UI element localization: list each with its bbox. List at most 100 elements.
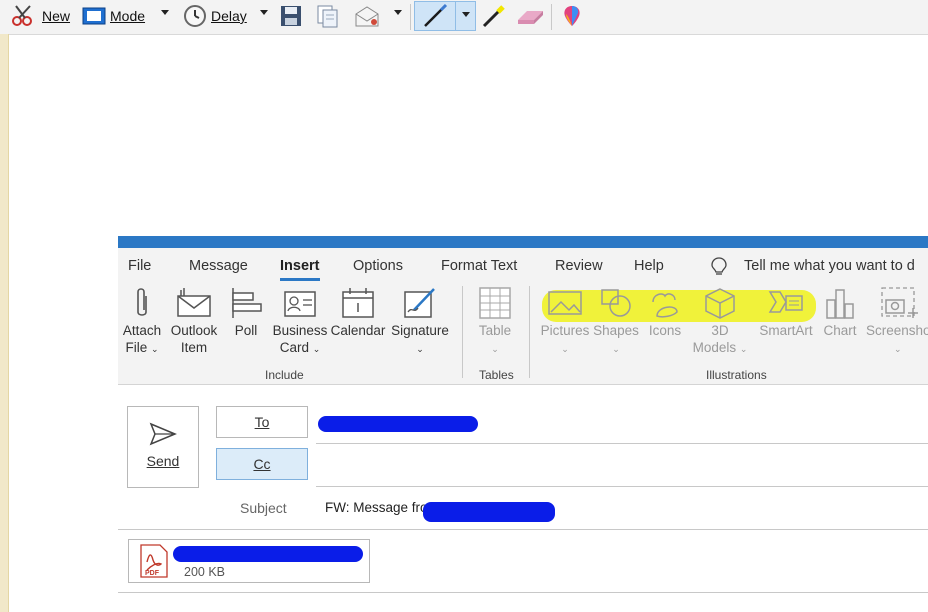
calendar-label: Calendar <box>330 323 386 338</box>
smartart-label: SmartArt <box>759 323 813 338</box>
paint3d-icon <box>564 6 580 26</box>
chevron-down-icon: ⌄ <box>612 344 620 354</box>
icons-button[interactable]: Icons <box>644 286 686 339</box>
smartart-button[interactable]: SmartArt <box>754 286 818 339</box>
subject-field[interactable]: FW: Message from <box>325 500 439 515</box>
icons-icon <box>652 293 678 318</box>
chart-label: Chart <box>823 323 857 338</box>
send-icon <box>149 422 177 446</box>
chevron-down-icon: ⌄ <box>894 344 902 354</box>
delay-dropdown-arrow[interactable] <box>260 10 268 15</box>
ribbon-tab-bar: File Message Insert Options Format Text … <box>118 248 928 282</box>
tab-help[interactable]: Help <box>634 258 664 274</box>
shapes-label: Shapes <box>593 323 639 338</box>
eraser-icon <box>518 11 543 24</box>
cc-field[interactable] <box>316 486 928 487</box>
outlook-compose-window: File Message Insert Options Format Text … <box>118 236 928 612</box>
poll-label: Poll <box>234 323 258 338</box>
shapes-button[interactable]: Shapes ⌄ <box>592 286 640 358</box>
copy-button[interactable] <box>316 3 340 29</box>
tab-review[interactable]: Review <box>555 258 603 274</box>
pen-icon <box>424 3 448 27</box>
pdf-file-icon: PDF <box>140 544 168 578</box>
send-dropdown-arrow[interactable] <box>394 10 402 15</box>
insert-ribbon: Attach File ⌄ Outlook Item Poll Business… <box>118 282 928 385</box>
table-icon <box>479 287 511 319</box>
pen-button[interactable] <box>414 1 476 31</box>
tab-options[interactable]: Options <box>353 258 403 274</box>
outlook-item-button[interactable]: Outlook Item <box>167 286 221 356</box>
tab-message[interactable]: Message <box>189 258 248 274</box>
calendar-button[interactable]: Calendar <box>330 286 386 339</box>
pictures-button[interactable]: Pictures ⌄ <box>538 286 592 358</box>
clock-icon <box>184 5 206 27</box>
redaction-mark <box>173 546 363 562</box>
attach-file-button[interactable]: Attach File ⌄ <box>120 286 164 358</box>
subject-label: Subject <box>240 500 287 516</box>
poll-icon <box>232 288 262 318</box>
mode-label: Mode <box>110 8 146 24</box>
subject-divider <box>118 529 928 530</box>
delay-label: Delay <box>211 8 247 24</box>
chart-icon <box>826 289 854 319</box>
chevron-down-icon: ⌄ <box>491 344 499 354</box>
save-button[interactable] <box>280 3 302 29</box>
toolbar-divider <box>410 4 411 30</box>
attach-file-label-2: File <box>125 340 148 355</box>
signature-button[interactable]: Signature ⌄ <box>388 286 452 358</box>
highlighter-button[interactable] <box>480 3 506 29</box>
paint3d-button[interactable] <box>560 3 584 29</box>
group-divider <box>529 286 530 378</box>
chevron-down-icon: ⌄ <box>312 344 321 354</box>
calendar-icon <box>342 288 374 318</box>
chart-button[interactable]: Chart <box>820 286 860 339</box>
toolbar-divider <box>551 4 552 30</box>
send-button[interactable]: Send <box>127 406 199 488</box>
copy-icon <box>317 5 338 28</box>
mode-button[interactable]: Mode <box>82 3 145 29</box>
table-label: Table <box>478 323 512 338</box>
outlook-item-label-1: Outlook <box>170 323 218 338</box>
outlook-title-bar <box>118 236 928 248</box>
mode-dropdown-arrow[interactable] <box>161 10 169 15</box>
to-field[interactable] <box>316 443 928 444</box>
tell-me-search[interactable]: Tell me what you want to d <box>744 258 915 274</box>
save-icon <box>281 6 301 26</box>
pictures-icon <box>548 291 582 315</box>
new-snip-button[interactable]: New <box>10 3 70 29</box>
3d-models-button[interactable]: 3D Models ⌄ <box>690 286 750 358</box>
highlighter-icon <box>482 5 505 28</box>
delay-button[interactable]: Delay <box>183 3 247 29</box>
to-button[interactable]: To <box>216 406 308 438</box>
eraser-button[interactable] <box>515 3 545 29</box>
attachment-chip[interactable]: PDF 200 KB <box>128 539 370 583</box>
chevron-down-icon: ⌄ <box>416 344 424 354</box>
business-card-button[interactable]: Business Card ⌄ <box>271 286 329 358</box>
lightbulb-icon <box>711 257 727 275</box>
to-label: To <box>254 414 270 430</box>
pen-dropdown-arrow[interactable] <box>462 12 470 17</box>
screenshot-label: Screensho <box>866 323 928 338</box>
3d-models-label-1: 3D <box>711 323 729 338</box>
pdf-label: PDF <box>145 570 160 577</box>
tab-file[interactable]: File <box>128 258 151 274</box>
table-button[interactable]: Table ⌄ <box>474 286 516 358</box>
pictures-label: Pictures <box>540 323 590 338</box>
tab-format-text[interactable]: Format Text <box>441 258 517 274</box>
poll-button[interactable]: Poll <box>228 286 264 339</box>
tab-insert[interactable]: Insert <box>280 258 320 281</box>
screenshot-button[interactable]: Screensho ⌄ <box>866 286 928 358</box>
smartart-icon <box>768 291 803 313</box>
business-card-icon <box>284 291 316 317</box>
shapes-icon <box>601 289 631 317</box>
cc-button[interactable]: Cc <box>216 448 308 480</box>
signature-icon <box>404 288 435 318</box>
outlook-item-label-2: Item <box>180 340 208 355</box>
send-snip-button[interactable] <box>354 3 380 29</box>
mode-icon <box>82 7 106 25</box>
attachment-size: 200 KB <box>184 565 226 579</box>
paperclip-icon <box>137 288 147 316</box>
chevron-down-icon: ⌄ <box>561 344 569 354</box>
envelope-icon <box>355 6 379 27</box>
screenshot-icon <box>881 287 918 318</box>
